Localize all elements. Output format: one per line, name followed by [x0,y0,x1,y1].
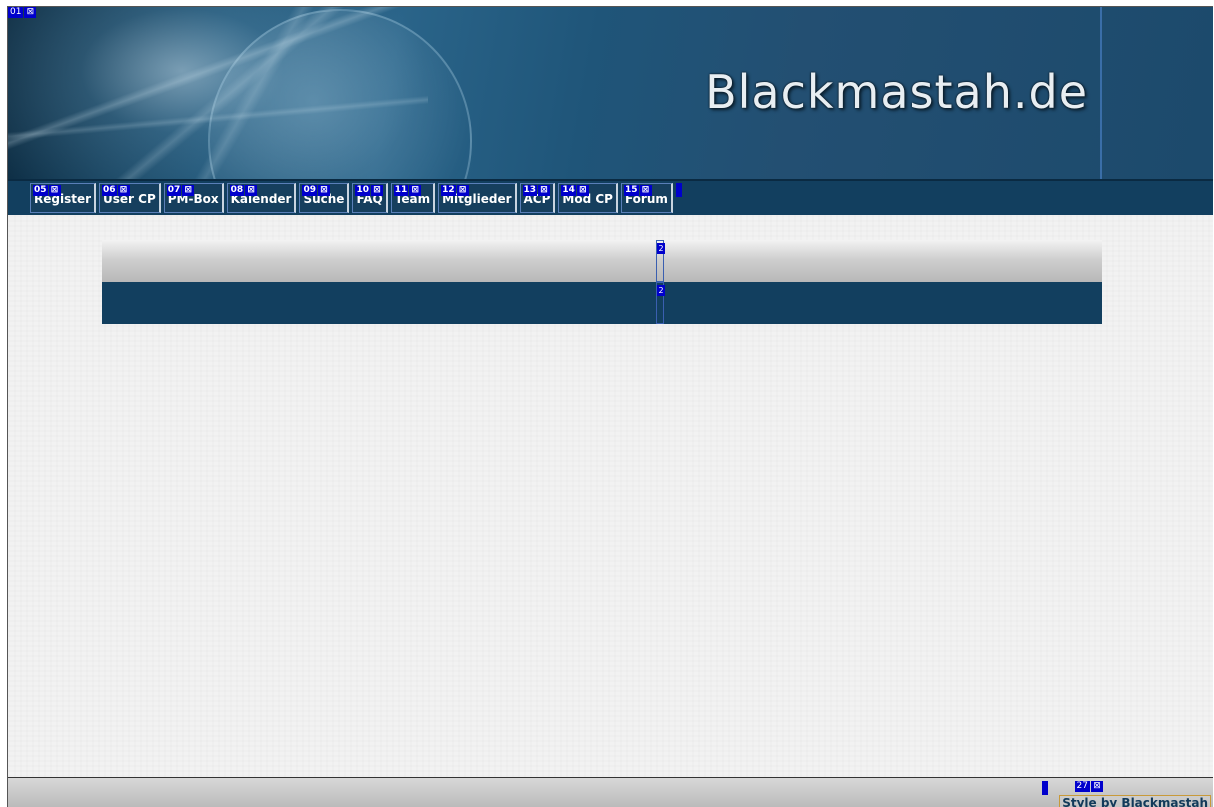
footer-credit-link[interactable]: Style by Blackmastah [1059,795,1211,807]
nav-item-kalender[interactable]: 08 ⊠ Kalender [226,183,297,213]
nav-item-register[interactable]: 05 ⊠ Register [30,183,97,213]
image-placeholder-icon: ⊠ [409,185,422,196]
image-placeholder-icon: ⊠ [182,185,195,196]
image-placeholder-icon: ⊠ [245,185,258,196]
nav-item-pm-box[interactable]: 07 ⊠ PM-Box [163,183,224,213]
nav-item-acp[interactable]: 13 ⊠ ACP [519,183,556,213]
site-header-banner: 01 ⊠ Blackmastah.de [8,7,1213,179]
page-frame: 01 ⊠ Blackmastah.de 05 ⊠ Register 06 ⊠ Use… [7,6,1213,807]
nav-item-suche[interactable]: 09 ⊠ Suche [299,183,350,213]
footer-image-badge: 27 ⊠ [1074,781,1103,792]
table-cell-placeholder: 2 [656,282,665,324]
cell-marker: 2 [657,285,665,296]
header-light-rays [8,7,428,179]
image-placeholder-icon: ⊠ [48,185,61,196]
nav-item-team[interactable]: 11 ⊠ Team [390,183,436,213]
image-placeholder-icon: ⊠ [318,185,330,196]
header-divider [1100,7,1102,179]
image-placeholder-icon: ⊠ [639,185,652,196]
footer-marker [1042,781,1048,795]
image-placeholder-icon: ⊠ [117,185,130,196]
cell-marker: 2 [657,243,665,254]
nav-item-mod-cp[interactable]: 14 ⊠ Mod CP [558,183,618,213]
nav-item-faq[interactable]: 10 ⊠ FAQ [352,183,388,213]
content-table-title-row: 2 [102,282,1102,324]
nav-item-mitglieder[interactable]: 12 ⊠ Mitglieder [438,183,517,213]
site-title: Blackmastah.de [705,65,1088,119]
header-badge-number: 01 [8,7,24,18]
nav-end-marker [675,183,682,197]
image-placeholder-icon: ⊠ [24,7,37,18]
image-placeholder-icon: ⊠ [1091,781,1103,792]
navigation-bar: 05 ⊠ Register 06 ⊠ User CP 07 ⊠ PM-Box 08 ⊠ … [8,179,1213,215]
table-cell-placeholder: 2 [656,240,665,282]
content-table-header-row: 2 [102,240,1102,282]
header-image-badge: 01 ⊠ [8,7,37,18]
page-footer: 27 ⊠ Style by Blackmastah [8,777,1213,807]
image-placeholder-icon: ⊠ [538,185,551,196]
image-placeholder-icon: ⊠ [370,185,383,196]
nav-menu: 05 ⊠ Register 06 ⊠ User CP 07 ⊠ PM-Box 08 ⊠ … [30,183,682,213]
image-placeholder-icon: ⊠ [576,185,589,196]
nav-item-forum[interactable]: 15 ⊠ Forum [620,183,673,213]
image-placeholder-icon: ⊠ [456,185,469,196]
nav-item-user-cp[interactable]: 06 ⊠ User CP [99,183,161,213]
